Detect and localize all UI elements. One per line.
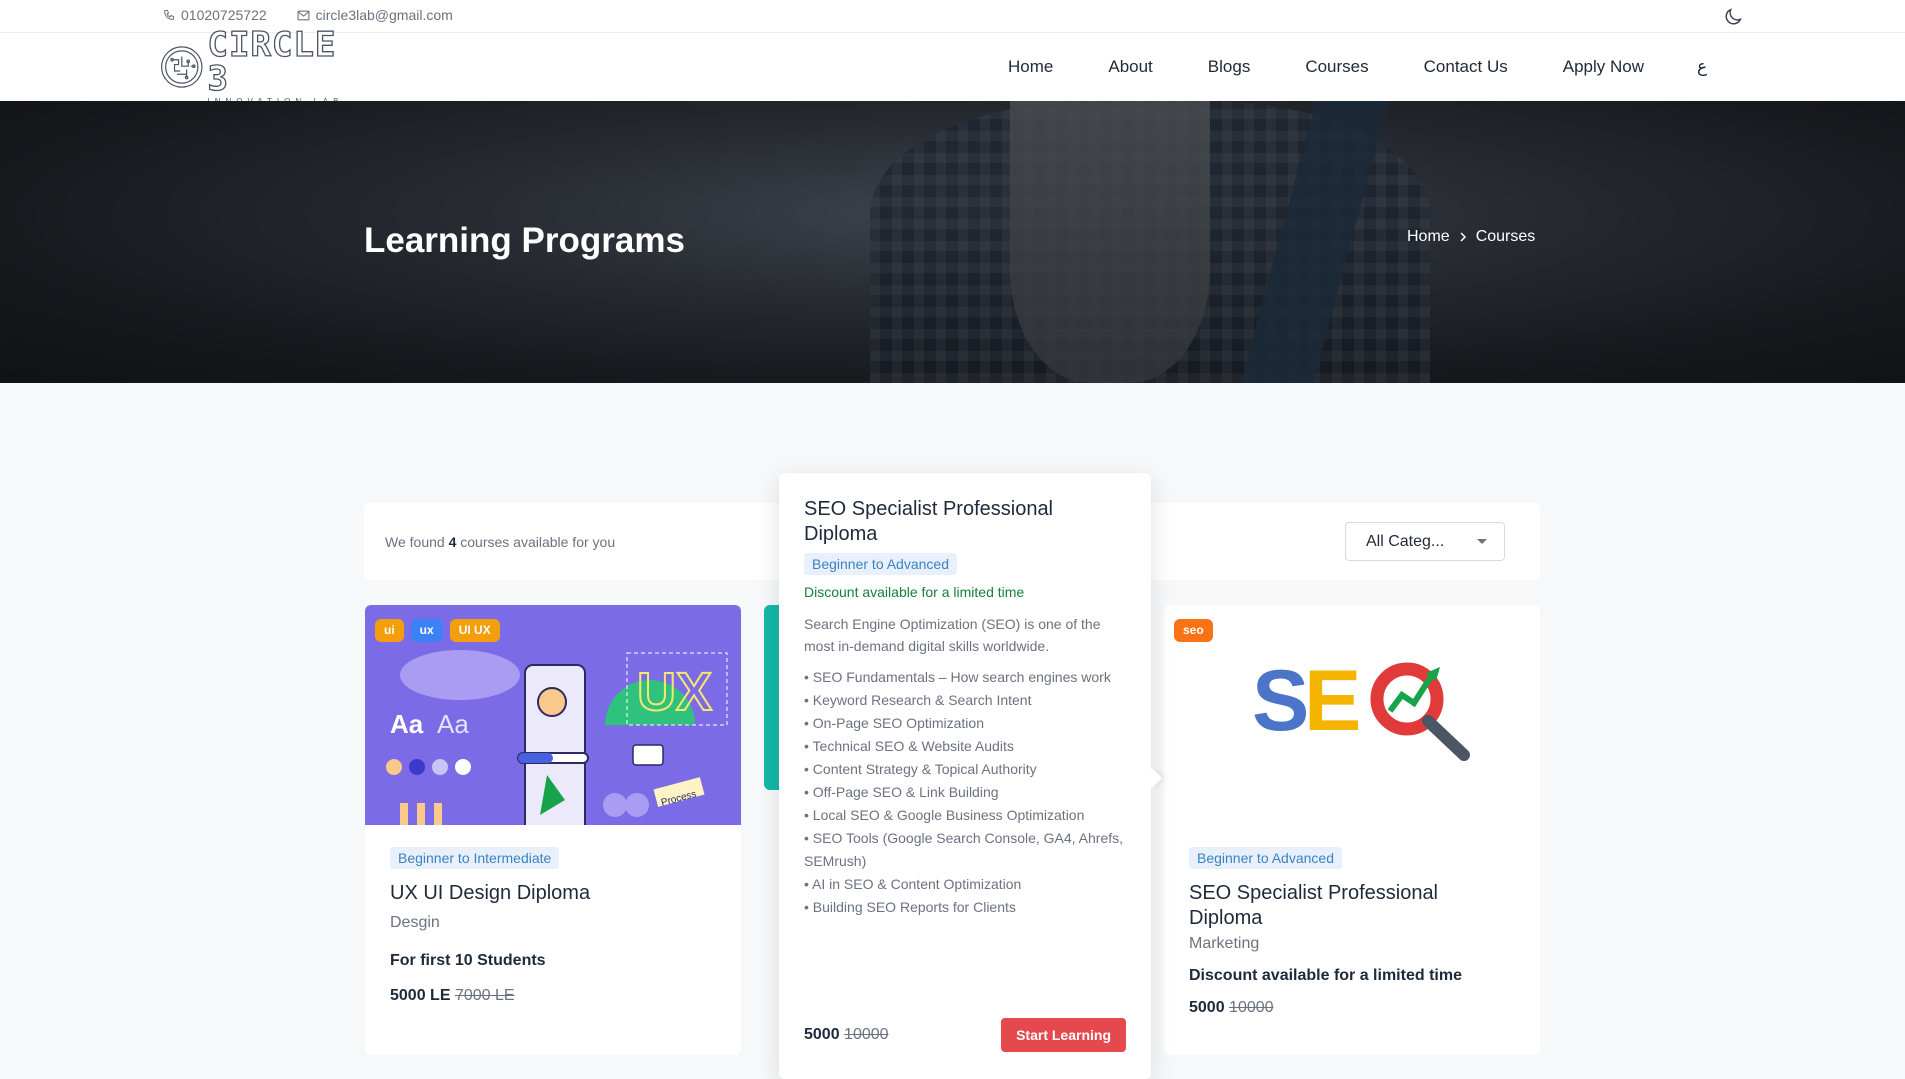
- category-select[interactable]: All Categ...: [1345, 522, 1505, 561]
- svg-text:S: S: [1252, 653, 1309, 749]
- tag-badge: seo: [1174, 619, 1213, 642]
- site-logo[interactable]: CIRCLE 3 INNOVATION LAB: [160, 27, 346, 106]
- popover-arrow: [1142, 768, 1162, 788]
- list-item: Technical SEO & Website Audits: [804, 735, 1126, 758]
- course-title[interactable]: SEO Specialist Professional Diploma: [1189, 881, 1515, 931]
- breadcrumb: Home Courses: [1407, 228, 1535, 246]
- email-address: circle3lab@gmail.com: [315, 7, 453, 23]
- list-item: SEO Fundamentals – How search engines wo…: [804, 666, 1126, 689]
- nav-home[interactable]: Home: [1008, 57, 1053, 77]
- course-thumbnail-seo: S E seo: [1164, 605, 1540, 825]
- popover-title: SEO Specialist Professional Diploma: [804, 498, 1054, 545]
- course-card-seo[interactable]: S E seo Beginner to Advanced SEO Special…: [1164, 605, 1540, 1055]
- page-hero: Learning Programs Home Courses: [0, 101, 1905, 383]
- logo-title: CIRCLE 3: [207, 25, 337, 99]
- list-item: Content Strategy & Topical Authority: [804, 758, 1126, 781]
- seo-illustration: S E: [1164, 605, 1540, 825]
- contact-info: 01020725722 circle3lab@gmail.com: [163, 7, 453, 23]
- svg-text:UX: UX: [637, 662, 712, 722]
- level-badge: Beginner to Intermediate: [390, 847, 560, 869]
- caret-down-icon: [1477, 539, 1487, 544]
- course-note: Discount available for a limited time: [1189, 967, 1462, 984]
- category-select-value: All Categ...: [1366, 533, 1445, 550]
- tag-badge: ui: [375, 619, 404, 642]
- course-price: 5000 10000: [1189, 999, 1515, 1017]
- current-price: 5000 LE: [390, 987, 451, 1004]
- list-item: AI in SEO & Content Optimization: [804, 873, 1126, 896]
- mail-icon: [297, 10, 310, 20]
- breadcrumb-current: Courses: [1475, 228, 1536, 245]
- topic-list: SEO Fundamentals – How search engines wo…: [804, 666, 1126, 919]
- course-title[interactable]: UX UI Design Diploma: [390, 881, 716, 906]
- tag-badge: UI UX: [449, 619, 500, 642]
- current-price: 5000: [1189, 999, 1225, 1016]
- course-card-body: Beginner to Intermediate UX UI Design Di…: [365, 825, 741, 1005]
- discount-text: Discount available for a limited time: [804, 584, 1025, 600]
- course-tags: seo: [1174, 619, 1213, 642]
- svg-text:Aa: Aa: [390, 709, 424, 739]
- old-price: 10000: [1229, 999, 1274, 1016]
- popover-footer: 5000 10000 Start Learning: [804, 1018, 1126, 1052]
- hero-overlay: [0, 101, 1905, 383]
- nav-blogs[interactable]: Blogs: [1208, 57, 1251, 77]
- main-navbar: CIRCLE 3 INNOVATION LAB Home About Blogs…: [0, 27, 1905, 106]
- course-thumbnail-ux: UX Aa Aa Process ui ux UI UX: [365, 605, 741, 825]
- results-prefix: We found: [385, 534, 445, 550]
- logo-wordmark: CIRCLE 3 INNOVATION LAB: [207, 25, 346, 106]
- current-price: 5000: [804, 1026, 840, 1043]
- popover-price: 5000 10000: [804, 1026, 889, 1044]
- list-item: Building SEO Reports for Clients: [804, 896, 1126, 919]
- breadcrumb-home[interactable]: Home: [1407, 228, 1450, 246]
- tag-badge: ux: [410, 619, 443, 642]
- list-item: Local SEO & Google Business Optimization: [804, 804, 1126, 827]
- course-price: 5000 LE 7000 LE: [390, 987, 716, 1005]
- list-item: SEO Tools (Google Search Console, GA4, A…: [804, 827, 1126, 873]
- course-card-body: Beginner to Advanced SEO Specialist Prof…: [1164, 825, 1540, 1017]
- language-switch[interactable]: ع: [1697, 57, 1707, 77]
- old-price: 7000 LE: [454, 987, 515, 1004]
- page-title: Learning Programs: [364, 221, 685, 260]
- svg-text:E: E: [1304, 653, 1361, 749]
- results-count: 4: [448, 534, 457, 550]
- nav-about[interactable]: About: [1108, 57, 1152, 77]
- course-note: For first 10 Students: [390, 952, 546, 969]
- course-category: Marketing: [1189, 935, 1260, 952]
- nav-contact-us[interactable]: Contact Us: [1424, 57, 1508, 77]
- list-item: On-Page SEO Optimization: [804, 712, 1126, 735]
- list-item: Off-Page SEO & Link Building: [804, 781, 1126, 804]
- results-count-text: We found 4 courses available for you: [385, 534, 615, 550]
- list-item: Keyword Research & Search Intent: [804, 689, 1126, 712]
- course-description: Search Engine Optimization (SEO) is one …: [804, 616, 1101, 654]
- phone-number: 01020725722: [181, 7, 267, 23]
- old-price: 10000: [844, 1026, 889, 1043]
- results-suffix: courses available for you: [460, 534, 616, 550]
- nav-courses[interactable]: Courses: [1305, 57, 1368, 77]
- level-badge: Beginner to Advanced: [804, 553, 957, 575]
- course-card-ux-ui[interactable]: UX Aa Aa Process ui ux UI UX Beginner to…: [365, 605, 741, 1055]
- svg-text:Aa: Aa: [437, 709, 469, 739]
- nav-apply-now[interactable]: Apply Now: [1563, 57, 1644, 77]
- email-link[interactable]: circle3lab@gmail.com: [297, 7, 453, 23]
- phone-icon: [163, 10, 174, 21]
- phone-link[interactable]: 01020725722: [163, 7, 267, 23]
- circuit-logo-icon: [161, 46, 203, 88]
- nav-menu: Home About Blogs Courses Contact Us Appl…: [1008, 57, 1707, 77]
- level-badge: Beginner to Advanced: [1189, 847, 1342, 869]
- course-detail-popover: SEO Specialist Professional Diploma Begi…: [779, 473, 1162, 1079]
- moon-icon[interactable]: [1722, 6, 1744, 28]
- course-tags: ui ux UI UX: [375, 619, 500, 642]
- start-learning-button[interactable]: Start Learning: [1001, 1018, 1126, 1052]
- course-category: Desgin: [390, 914, 440, 931]
- chevron-right-icon: [1460, 232, 1466, 242]
